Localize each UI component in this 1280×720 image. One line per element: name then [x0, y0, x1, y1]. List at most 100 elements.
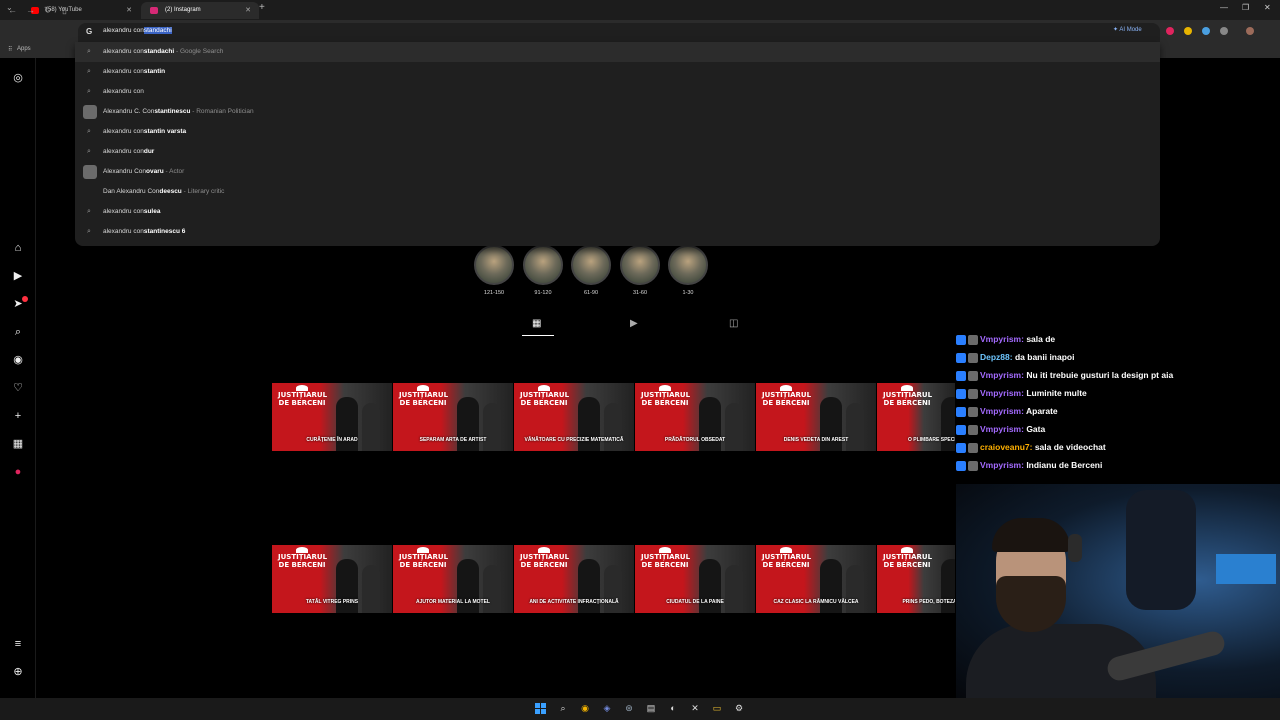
- background-light: [1216, 554, 1276, 584]
- reload-button[interactable]: ↻: [44, 5, 52, 16]
- steam-icon[interactable]: ⊛: [623, 702, 635, 714]
- gaming-chair: [1126, 490, 1196, 610]
- post-thumbnail[interactable]: JUSTIȚIARUL DE BERCENI TATĂL VITREG PRINS: [272, 545, 392, 613]
- story-highlight[interactable]: 31-60: [618, 245, 662, 296]
- verified-badge-icon: [956, 370, 966, 381]
- post-thumbnail[interactable]: JUSTIȚIARUL DE BERCENI SEPARAM ARTA DE AR…: [393, 383, 513, 451]
- puzzle-icon[interactable]: [1220, 27, 1228, 35]
- threads-icon[interactable]: ⊕: [11, 665, 25, 679]
- chat-message: Vmpyrism: sala de: [956, 334, 1055, 350]
- post-thumbnail[interactable]: JUSTIȚIARUL DE BERCENI CAZ CLASIC LA RÂMN…: [756, 545, 876, 613]
- suggestion-item[interactable]: Alexandru C. Constantinescu - Romanian P…: [75, 102, 1160, 122]
- post-caption: PRĂDĂTORUL OBSEDAT: [664, 437, 726, 443]
- chat-message: Vmpyrism: Nu iti trebuie gusturi la desi…: [956, 370, 1173, 386]
- tab-reels[interactable]: ▶: [630, 318, 638, 329]
- person-figure: [483, 565, 501, 613]
- post-thumbnail[interactable]: JUSTIȚIARUL DE BERCENI VÂNĂTOARE CU PRECI…: [514, 383, 634, 451]
- bookmark-apps[interactable]: Apps: [17, 46, 31, 52]
- search-icon: ⌕: [87, 228, 91, 235]
- maximize-button[interactable]: ❐: [1242, 3, 1249, 12]
- streamer-hair: [992, 518, 1070, 552]
- post-thumbnail[interactable]: JUSTIȚIARUL DE BERCENI O PLIMBARE SPECIAL…: [877, 383, 955, 451]
- story-highlight[interactable]: 91-120: [521, 245, 565, 296]
- reels-icon[interactable]: ▶: [11, 269, 25, 283]
- suggestion-item[interactable]: ⌕ alexandru consulea: [75, 202, 1160, 222]
- person-figure: [725, 403, 743, 451]
- post-thumbnail[interactable]: JUSTIȚIARUL DE BERCENI DENIS VEDETA DIN A…: [756, 383, 876, 451]
- story-highlight[interactable]: 1-30: [666, 245, 710, 296]
- highlight-label: 91-120: [534, 290, 552, 296]
- highlight-cover: [620, 245, 660, 285]
- chat-message: Vmpyrism: Indianu de Berceni: [956, 460, 1102, 476]
- sidebar-toggle-icon[interactable]: ▯: [62, 5, 67, 16]
- highlight-label: 1-30: [682, 290, 694, 296]
- instagram-logo-icon[interactable]: ◎: [11, 71, 25, 85]
- address-input[interactable]: alexandru constandachi: [103, 27, 172, 34]
- apps-grid-icon[interactable]: ⠿: [8, 46, 12, 53]
- explore-icon[interactable]: ◉: [11, 353, 25, 367]
- home-icon[interactable]: ⌂: [11, 241, 25, 255]
- address-bar[interactable]: [78, 23, 1160, 42]
- dashboard-icon[interactable]: ▦: [11, 437, 25, 451]
- post-thumbnail[interactable]: JUSTIȚIARUL DE BERCENI CIUDATUL DE LA PAI…: [635, 545, 755, 613]
- story-highlight[interactable]: 121-150: [472, 245, 516, 296]
- create-icon[interactable]: +: [11, 409, 25, 423]
- suggestion-item[interactable]: ⌕ alexandru constantinescu 6: [75, 222, 1160, 242]
- close-tab-icon[interactable]: ✕: [126, 2, 132, 19]
- close-tab-icon[interactable]: ✕: [245, 2, 251, 19]
- windows-start-icon[interactable]: [535, 703, 546, 714]
- minimize-button[interactable]: —: [1220, 3, 1228, 12]
- person-figure: [846, 565, 864, 613]
- search-icon[interactable]: ⌕: [557, 702, 569, 714]
- settings-icon[interactable]: ⚙: [733, 702, 745, 714]
- extension-icon[interactable]: [1202, 27, 1210, 35]
- post-thumbnail[interactable]: JUSTIȚIARUL DE BERCENI PRĂDĂTORUL OBSEDAT: [635, 383, 755, 451]
- suggestion-item[interactable]: ⌕ alexandru constantin varsta: [75, 122, 1160, 142]
- post-brand: JUSTIȚIARUL DE BERCENI: [883, 553, 933, 569]
- suggestion-item[interactable]: ⌕ alexandru constandachi - Google Search: [75, 42, 1160, 62]
- close-window-button[interactable]: ✕: [1264, 3, 1271, 12]
- search-icon: ⌕: [87, 208, 91, 215]
- tab-youtube[interactable]: (58) YouTube ✕: [22, 2, 140, 19]
- suggestion-item[interactable]: Dan Alexandru Condeescu - Literary criti…: [75, 182, 1160, 202]
- post-thumbnail[interactable]: JUSTIȚIARUL DE BERCENI AJUTOR MATERIAL LA…: [393, 545, 513, 613]
- suggestion-subtitle: - Literary critic: [181, 188, 225, 195]
- ai-mode-button[interactable]: ✦ AI Mode: [1113, 26, 1142, 33]
- suggestion-item[interactable]: Alexandru Conovaru - Actor: [75, 162, 1160, 182]
- chat-text: Indianu de Berceni: [1026, 460, 1103, 470]
- extension-icon[interactable]: [1166, 27, 1174, 35]
- file-explorer-icon[interactable]: ▭: [711, 702, 723, 714]
- profile-avatar[interactable]: ●: [11, 465, 25, 479]
- post-thumbnail[interactable]: JUSTIȚIARUL DE BERCENI ANI DE ACTIVITATE …: [514, 545, 634, 613]
- search-icon[interactable]: ⌕: [11, 325, 25, 339]
- chat-message: Vmpyrism: Luminite multe: [956, 388, 1087, 404]
- new-tab-button[interactable]: +: [259, 2, 265, 13]
- suggestion-completion: sulea: [143, 208, 161, 215]
- profile-avatar[interactable]: [1246, 27, 1254, 35]
- app-icon[interactable]: ▤: [645, 702, 657, 714]
- chat-text: Aparate: [1025, 406, 1058, 416]
- post-thumbnail[interactable]: JUSTIȚIARUL DE BERCENI PRINS PEDO, BOTEZA…: [877, 545, 955, 613]
- menu-icon[interactable]: ≡: [11, 637, 25, 651]
- suggestion-item[interactable]: ⌕ alexandru constantin: [75, 62, 1160, 82]
- heart-icon[interactable]: ♡: [11, 381, 25, 395]
- suggestion-item[interactable]: ⌕ alexandru con: [75, 82, 1160, 102]
- discord-icon[interactable]: ◈: [601, 702, 613, 714]
- chrome-icon[interactable]: ◉: [579, 702, 591, 714]
- tab-posts[interactable]: ▦: [532, 318, 541, 329]
- suggestion-completion: stantinescu: [154, 108, 191, 115]
- story-highlight[interactable]: 61-90: [569, 245, 613, 296]
- tab-instagram[interactable]: (2) Instagram ✕: [141, 2, 259, 19]
- app-icon[interactable]: ✕: [689, 702, 701, 714]
- back-button[interactable]: ←: [8, 5, 17, 15]
- forward-button[interactable]: →: [26, 5, 35, 15]
- post-caption: O PLIMBARE SPECIALĂ: [907, 437, 955, 443]
- tab-tagged[interactable]: ◫: [729, 318, 738, 329]
- app-icon[interactable]: ◐: [667, 702, 679, 714]
- suggestion-text: alexandru con: [103, 82, 144, 102]
- extension-icon[interactable]: [1184, 27, 1192, 35]
- chat-username: Depz88:: [980, 352, 1013, 362]
- suggestion-item[interactable]: ⌕ alexandru condur: [75, 142, 1160, 162]
- post-thumbnail[interactable]: JUSTIȚIARUL DE BERCENI CURĂȚENIE ÎN ARAD: [272, 383, 392, 451]
- post-brand: JUSTIȚIARUL DE BERCENI: [278, 553, 328, 569]
